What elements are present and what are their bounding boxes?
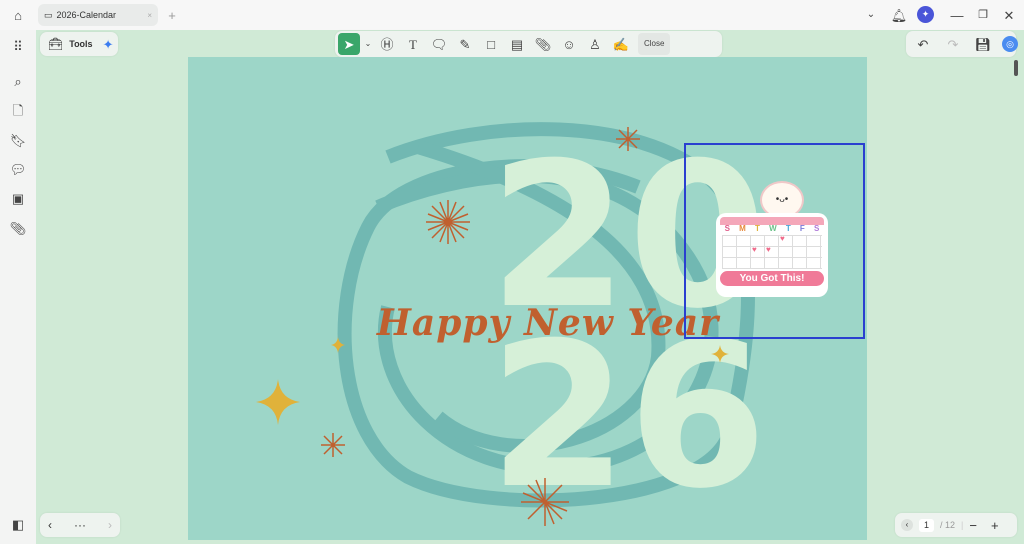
page-icon[interactable]: 🗋︎ bbox=[8, 100, 28, 120]
calendar-sticker[interactable]: •ᴗ• S M T W T F S ♥ ♥ ♥ You Got This! bbox=[716, 181, 828, 297]
annotation-toolbar: ➤ ⌄ Ⓗ T 🗨︎ ✎ □ ▤ 📎︎ ☺ ♙ ✍ Close bbox=[335, 31, 722, 57]
search-icon[interactable]: ⌕ bbox=[8, 71, 28, 91]
page-total: / 12 bbox=[940, 519, 956, 530]
toolbox-icon: 🧰︎ bbox=[48, 37, 64, 51]
tools-label: Tools bbox=[69, 38, 93, 49]
previous-page-button[interactable]: ‹ bbox=[48, 519, 52, 531]
document-tab[interactable]: ▭ 2026-Calendar × bbox=[38, 4, 158, 26]
weekday: S bbox=[813, 224, 820, 233]
select-tool-button[interactable]: ➤ bbox=[338, 33, 360, 55]
chevron-down-icon[interactable]: ⌄ bbox=[862, 6, 880, 24]
tools-panel[interactable]: 🧰︎ Tools ✦ bbox=[40, 32, 118, 56]
zoom-in-button[interactable]: + bbox=[991, 519, 999, 532]
note-icon[interactable]: 🗨︎ bbox=[428, 33, 450, 55]
bookmark-icon[interactable]: 🔖︎ bbox=[8, 130, 28, 150]
undo-button[interactable]: ↶ bbox=[912, 33, 934, 55]
page-number-input[interactable]: 1 bbox=[919, 518, 935, 532]
left-sidebar: ⠿ ⌕ 🗋︎ 🔖︎ 💬︎ ▣ 📎︎ ◧ bbox=[0, 30, 36, 544]
stamp-icon[interactable]: ♙ bbox=[584, 33, 606, 55]
weekday: M bbox=[739, 224, 746, 233]
measure-tool-button[interactable]: ▤ bbox=[506, 33, 528, 55]
avatar[interactable]: ✦ bbox=[917, 6, 934, 23]
shape-tool-button[interactable]: □ bbox=[480, 33, 502, 55]
save-button[interactable]: 💾︎ bbox=[972, 33, 994, 55]
pagination-panel: ‹ 1 / 12 | − + bbox=[895, 513, 1017, 537]
sidebar-toggle-icon[interactable]: ◧ bbox=[8, 514, 28, 534]
greeting-text: Happy New Year bbox=[376, 302, 721, 344]
close-toolbar-button[interactable]: Close bbox=[638, 33, 671, 55]
comment-icon[interactable]: 💬︎ bbox=[8, 159, 28, 179]
attachment-tool-icon[interactable]: 📎︎ bbox=[532, 33, 554, 55]
title-bar: ⌂ ▭ 2026-Calendar × + ⌄ 🔔︎ ✦ — ❐ ✕ bbox=[0, 0, 1024, 30]
vertical-scrollbar[interactable] bbox=[1014, 60, 1018, 76]
select-dropdown[interactable]: ⌄ bbox=[364, 33, 372, 55]
page-nav-panel: ‹ ··· › bbox=[40, 513, 120, 537]
monitor-icon: ▭ bbox=[44, 9, 53, 20]
weekday: F bbox=[799, 224, 805, 233]
new-tab-button[interactable]: + bbox=[164, 6, 180, 24]
restore-button[interactable]: ❐ bbox=[974, 6, 992, 24]
attachment-icon[interactable]: 📎︎ bbox=[8, 218, 28, 238]
home-icon[interactable]: ⌂ bbox=[8, 6, 28, 24]
minimize-button[interactable]: — bbox=[948, 6, 966, 24]
signature-icon[interactable]: ✍ bbox=[610, 33, 632, 55]
page-back-icon[interactable]: ‹ bbox=[901, 519, 913, 531]
pdf-page: 20 26 Happy New Year •ᴗ• S M T W T F S ♥… bbox=[188, 57, 867, 540]
history-panel: ↶ ↷ 💾︎ ◎ bbox=[906, 31, 1018, 57]
sticker-icon[interactable]: ☺ bbox=[558, 33, 580, 55]
tab-close-button[interactable]: × bbox=[147, 11, 152, 20]
tab-title: 2026-Calendar bbox=[56, 10, 117, 20]
layers-icon[interactable]: ▣ bbox=[8, 188, 28, 208]
calendar-grid: ♥ ♥ ♥ bbox=[722, 234, 822, 269]
weekday: W bbox=[769, 224, 777, 233]
apps-grid-icon[interactable]: ⠿ bbox=[8, 36, 28, 56]
weekday: T bbox=[785, 224, 791, 233]
bell-icon[interactable]: 🔔︎ bbox=[890, 6, 908, 24]
sticker-banner: You Got This! bbox=[720, 270, 824, 286]
highlight-tool-button[interactable]: Ⓗ bbox=[376, 33, 398, 55]
weekday: S bbox=[724, 224, 730, 233]
close-window-button[interactable]: ✕ bbox=[1000, 6, 1018, 24]
weekday: T bbox=[754, 224, 760, 233]
pencil-icon[interactable]: ✎ bbox=[454, 33, 476, 55]
weekday-row: S M T W T F S bbox=[720, 224, 824, 234]
redo-button[interactable]: ↷ bbox=[942, 33, 964, 55]
ai-assistant-icon[interactable]: ◎ bbox=[1002, 36, 1018, 52]
ai-sparkle-icon[interactable]: ✦ bbox=[103, 38, 114, 51]
zoom-out-button[interactable]: − bbox=[969, 519, 977, 532]
next-page-button[interactable]: › bbox=[108, 519, 112, 531]
text-tool-button[interactable]: T bbox=[402, 33, 424, 55]
more-button[interactable]: ··· bbox=[74, 519, 86, 531]
